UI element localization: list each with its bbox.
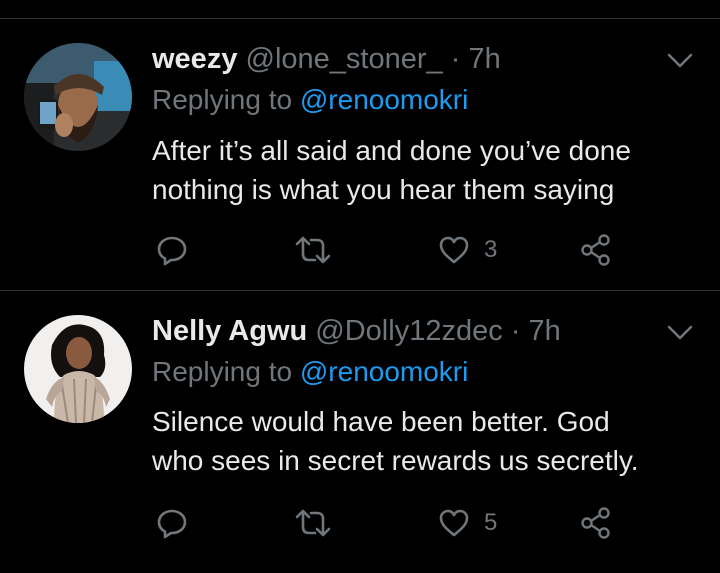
author-handle[interactable]: @Dolly12zdec: [315, 315, 502, 347]
replying-label: Replying to: [152, 356, 293, 387]
avatar[interactable]: [24, 43, 132, 151]
reply-button[interactable]: [156, 503, 188, 543]
avatar[interactable]: [24, 315, 132, 423]
chevron-down-icon[interactable]: [666, 323, 694, 343]
like-button[interactable]: 5: [438, 503, 497, 543]
separator-dot: ·: [450, 43, 461, 75]
like-button[interactable]: 3: [438, 230, 497, 270]
timestamp[interactable]: 7h: [529, 315, 561, 347]
author-name[interactable]: Nelly Agwu: [152, 315, 307, 347]
like-count: 3: [484, 236, 498, 263]
share-icon: [581, 507, 610, 539]
reply-mention-link[interactable]: @renoomokri: [300, 356, 468, 387]
chevron-down-icon[interactable]: [666, 51, 694, 71]
separator-dot: ·: [510, 315, 521, 347]
share-button[interactable]: [579, 503, 613, 543]
tweet-header: weezy @lone_stoner_ · 7h: [152, 42, 501, 76]
heart-icon: [439, 236, 469, 264]
tweet-text-line: who sees in secret rewards us secretly.: [152, 445, 639, 476]
action-bar: 3: [152, 230, 632, 270]
author-name[interactable]: weezy: [152, 43, 237, 75]
replying-to: Replying to @renoomokri: [152, 83, 468, 117]
reply-button[interactable]: [156, 230, 188, 270]
like-count: 5: [484, 509, 498, 536]
tweet-text: Silence would have been better. God who …: [152, 402, 692, 480]
timestamp[interactable]: 7h: [468, 43, 500, 75]
tweet-weezy[interactable]: weezy @lone_stoner_ · 7h Replying to @re…: [0, 19, 720, 289]
tweet-header: Nelly Agwu @Dolly12zdec · 7h: [152, 314, 561, 348]
tweet-text-line: After it’s all said and done you’ve done: [152, 135, 631, 166]
replying-label: Replying to: [152, 84, 293, 115]
heart-icon: [439, 509, 469, 537]
tweet-text: After it’s all said and done you’ve done…: [152, 131, 692, 209]
reply-mention-link[interactable]: @renoomokri: [300, 84, 468, 115]
tweet-text-line: nothing is what you hear them saying: [152, 174, 615, 205]
retweet-button[interactable]: [294, 230, 332, 270]
tweet-nelly-agwu[interactable]: Nelly Agwu @Dolly12zdec · 7h Replying to…: [0, 291, 720, 573]
share-button[interactable]: [579, 230, 613, 270]
replying-to: Replying to @renoomokri: [152, 355, 468, 389]
share-icon: [581, 234, 610, 266]
retweet-button[interactable]: [294, 503, 332, 543]
reply-icon: [157, 236, 187, 266]
action-bar: 5: [152, 503, 632, 543]
tweet-text-line: Silence would have been better. God: [152, 406, 610, 437]
reply-icon: [157, 509, 187, 539]
retweet-icon: [295, 509, 331, 537]
retweet-icon: [295, 236, 331, 264]
author-handle[interactable]: @lone_stoner_: [246, 43, 443, 75]
